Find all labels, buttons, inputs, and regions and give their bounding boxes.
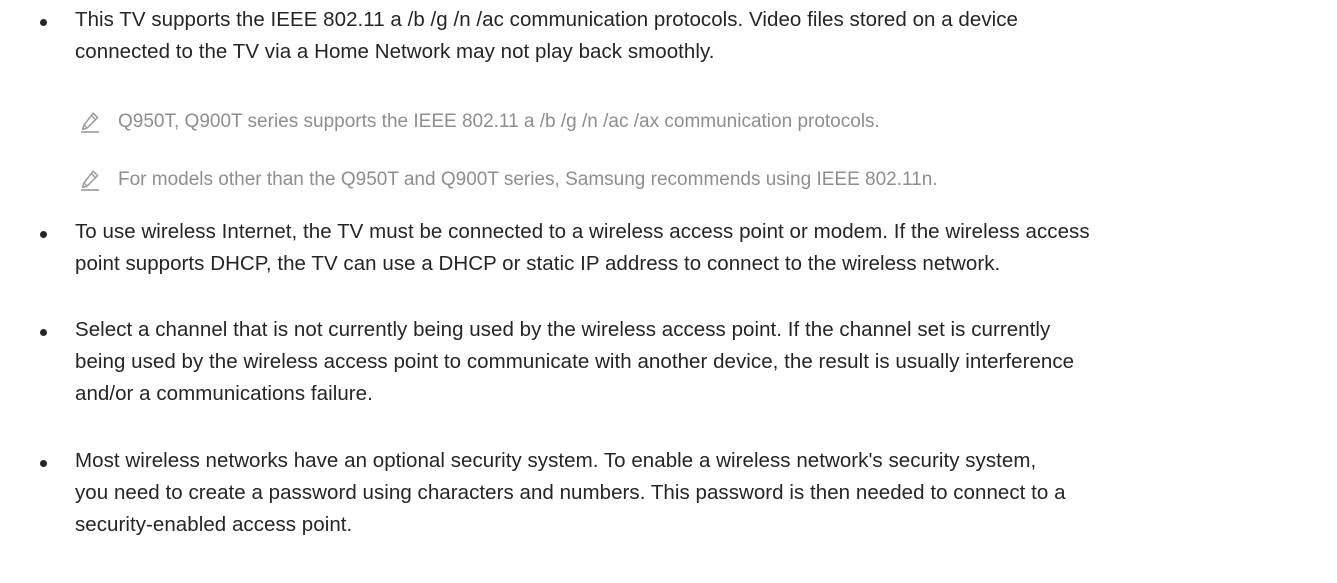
bullet-text: This TV supports the IEEE 802.11 a /b /g… (75, 4, 1297, 68)
bullet-item: To use wireless Internet, the TV must be… (40, 216, 1297, 280)
bullet-item: This TV supports the IEEE 802.11 a /b /g… (40, 4, 1297, 68)
bullet-text: Most wireless networks have an optional … (75, 445, 1297, 541)
bullet-line: point supports DHCP, the TV can use a DH… (75, 252, 1001, 275)
bullet-line: you need to create a password using char… (75, 481, 1066, 504)
bullet-line: Most wireless networks have an optional … (75, 449, 1037, 472)
bullet-line: connected to the TV via a Home Network m… (75, 40, 715, 63)
bullet-dot-icon (40, 460, 47, 467)
pencil-icon (81, 170, 99, 191)
bullet-item: Select a channel that is not currently b… (40, 314, 1297, 410)
bullet-text: Select a channel that is not currently b… (75, 314, 1297, 410)
bullet-line: This TV supports the IEEE 802.11 a /b /g… (75, 8, 1018, 31)
bullet-line: To use wireless Internet, the TV must be… (75, 220, 1090, 243)
bullet-line: Select a channel that is not currently b… (75, 318, 1051, 341)
bullet-dot-icon (40, 231, 47, 238)
bullet-line: security-enabled access point. (75, 513, 353, 536)
bullet-line: being used by the wireless access point … (75, 350, 1075, 373)
document-page: This TV supports the IEEE 802.11 a /b /g… (0, 0, 1337, 583)
note-item: For models other than the Q950T and Q900… (80, 167, 1297, 193)
bullet-dot-icon (40, 19, 47, 26)
pencil-icon (81, 112, 99, 133)
bullet-line: and/or a communications failure. (75, 382, 373, 405)
bullet-dot-icon (40, 329, 47, 336)
note-text: For models other than the Q950T and Q900… (118, 169, 938, 190)
note-item: Q950T, Q900T series supports the IEEE 80… (80, 109, 1297, 135)
note-text: Q950T, Q900T series supports the IEEE 80… (118, 111, 880, 132)
bullet-text: To use wireless Internet, the TV must be… (75, 216, 1297, 280)
bullet-item: Most wireless networks have an optional … (40, 445, 1297, 541)
